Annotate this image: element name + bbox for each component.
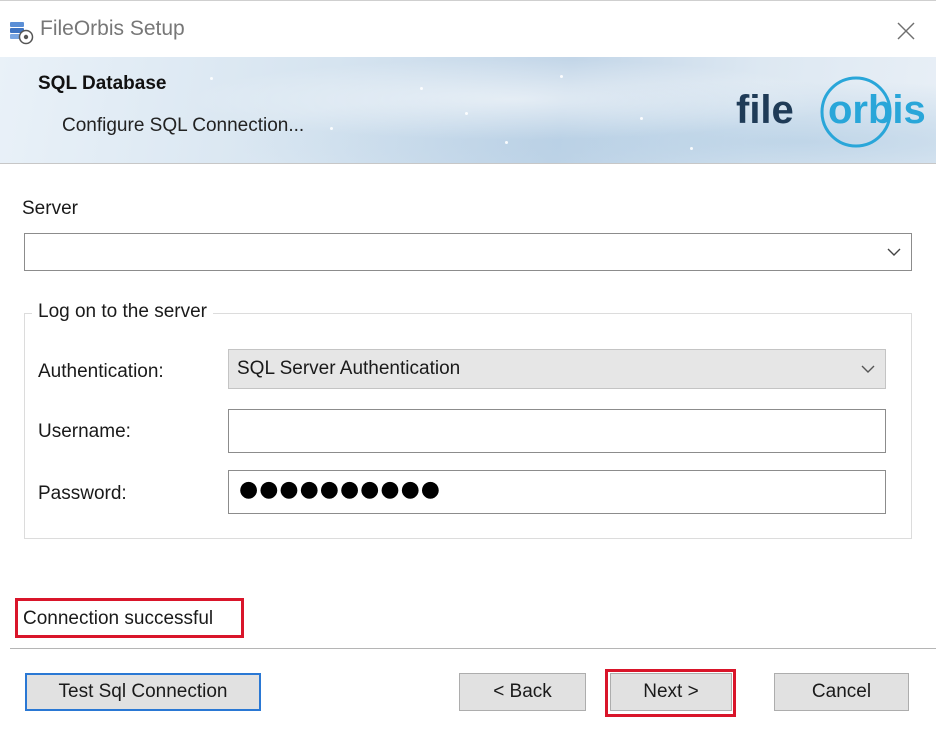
password-label: Password: [38, 483, 127, 504]
chevron-down-icon [887, 248, 901, 256]
username-input[interactable] [228, 409, 886, 453]
setup-installer-icon [10, 22, 34, 45]
chevron-down-icon [861, 365, 875, 373]
logo-prefix: file [736, 88, 794, 132]
authentication-select[interactable]: SQL Server Authentication [228, 349, 886, 389]
cancel-button[interactable]: Cancel [774, 673, 909, 711]
page-subtitle: Configure SQL Connection... [62, 115, 305, 136]
close-icon [897, 22, 915, 40]
fileorbis-logo: file orbis [736, 76, 926, 148]
password-masked-value: ●●●●●●●●●● [239, 477, 441, 502]
server-dropdown-button[interactable] [883, 234, 905, 270]
footer-divider [10, 648, 936, 649]
window-title: FileOrbis Setup [40, 17, 185, 40]
setup-window: FileOrbis Setup SQL Database Configure S… [0, 0, 936, 732]
test-sql-connection-button[interactable]: Test Sql Connection [25, 673, 261, 711]
title-bar: FileOrbis Setup [0, 1, 936, 57]
authentication-label: Authentication: [38, 361, 164, 382]
username-label: Username: [38, 421, 131, 442]
server-label: Server [22, 198, 78, 219]
authentication-dropdown-button[interactable] [857, 350, 879, 388]
header-banner: SQL Database Configure SQL Connection...… [0, 57, 936, 163]
authentication-value: SQL Server Authentication [237, 358, 461, 379]
server-combobox[interactable] [24, 233, 912, 271]
connection-status-text: Connection successful [23, 608, 214, 629]
logon-group-title: Log on to the server [32, 301, 213, 323]
close-button[interactable] [886, 11, 926, 51]
password-input[interactable]: ●●●●●●●●●● [228, 470, 886, 514]
page-title: SQL Database [38, 73, 167, 94]
back-button[interactable]: < Back [459, 673, 586, 711]
logo-suffix: orbis [828, 88, 926, 132]
next-highlight-box [605, 669, 736, 717]
banner-divider [0, 163, 936, 164]
